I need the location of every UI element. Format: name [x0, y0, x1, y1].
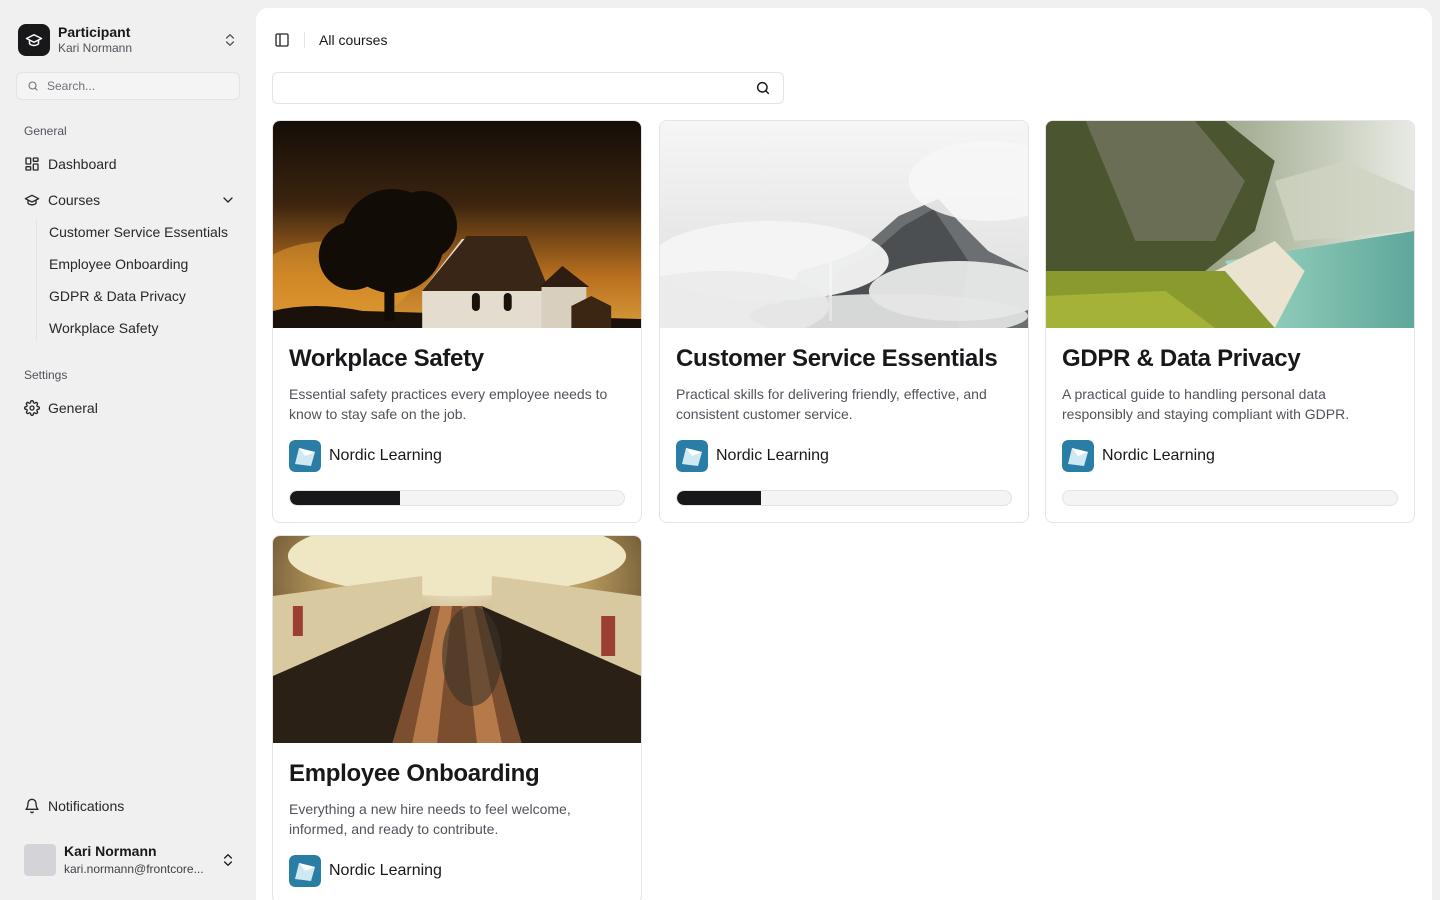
course-progress-bar — [676, 490, 1012, 506]
chevrons-up-down-icon — [226, 34, 234, 46]
course-search-input[interactable] — [273, 73, 755, 103]
course-progress-fill — [290, 491, 401, 505]
sidebar-subitem-course[interactable]: GDPR & Data Privacy — [41, 282, 241, 310]
sidebar-subitem-course[interactable]: Employee Onboarding — [41, 250, 241, 278]
provider-name: Nordic Learning — [1102, 447, 1215, 464]
sidebar-search — [16, 72, 240, 100]
graduation-cap-icon — [18, 24, 50, 56]
course-provider: Nordic Learning — [289, 855, 625, 887]
course-title: Customer Service Essentials — [676, 345, 998, 372]
search-icon — [28, 81, 38, 91]
course-progress-bar — [1062, 490, 1398, 506]
course-title: GDPR & Data Privacy — [1062, 345, 1301, 372]
dashboard-icon — [25, 157, 39, 171]
provider-logo-icon — [1062, 440, 1094, 472]
course-description: Everything a new hire needs to feel welc… — [289, 801, 571, 837]
course-provider: Nordic Learning — [289, 440, 625, 472]
course-card[interactable]: Employee Onboarding Everything a new hir… — [272, 535, 642, 900]
course-description: Essential safety practices every employe… — [289, 386, 608, 422]
course-search — [272, 72, 784, 104]
org-name: Participant — [58, 23, 131, 40]
search-icon[interactable] — [755, 80, 771, 96]
course-image — [273, 121, 641, 328]
sidebar-item-courses[interactable]: Courses — [16, 184, 244, 216]
sidebar-item-dashboard[interactable]: Dashboard — [16, 148, 244, 180]
panel-left-icon — [275, 33, 289, 47]
topbar-divider — [304, 32, 305, 48]
chevron-down-icon[interactable] — [220, 192, 236, 208]
main-content: All courses Workplace Safety Essential s… — [256, 8, 1432, 900]
sidebar-item-label: Courses — [48, 192, 101, 208]
user-menu[interactable]: Kari Normann kari.normann@frontcore... — [16, 832, 244, 888]
provider-logo-icon — [676, 440, 708, 472]
sidebar-item-label: Dashboard — [48, 156, 117, 172]
course-progress-fill — [677, 491, 761, 505]
sidebar-item-notifications[interactable]: Notifications — [16, 790, 244, 822]
graduation-cap-icon — [24, 194, 40, 206]
org-user: Kari Normann — [58, 41, 133, 56]
submenu-divider — [36, 220, 37, 340]
sidebar-item-settings-general[interactable]: General — [16, 392, 244, 424]
sidebar-toggle-button[interactable] — [272, 30, 292, 50]
course-progress-bar — [289, 490, 625, 506]
avatar — [24, 844, 56, 876]
group-label-settings: Settings — [24, 368, 68, 382]
chevrons-up-down-icon — [224, 854, 232, 866]
sidebar-item-label: Notifications — [48, 798, 125, 814]
course-title: Employee Onboarding — [289, 760, 540, 787]
user-name: Kari Normann — [64, 843, 157, 860]
course-description: Practical skills for delivering friendly… — [676, 386, 987, 422]
breadcrumb: All courses — [319, 32, 388, 48]
provider-logo-icon — [289, 855, 321, 887]
course-card[interactable]: Customer Service Essentials Practical sk… — [659, 120, 1029, 523]
provider-name: Nordic Learning — [329, 447, 442, 464]
course-card[interactable]: GDPR & Data Privacy A practical guide to… — [1045, 120, 1415, 523]
user-email: kari.normann@frontcore... — [64, 862, 204, 877]
course-image — [660, 121, 1028, 328]
org-switcher[interactable]: Participant Kari Normann — [8, 12, 248, 68]
sidebar-item-label: General — [48, 400, 98, 416]
provider-name: Nordic Learning — [716, 447, 829, 464]
group-label-general: General — [24, 124, 67, 138]
sidebar-subitem-course[interactable]: Customer Service Essentials — [41, 218, 241, 246]
provider-logo-icon — [289, 440, 321, 472]
topbar: All courses — [256, 8, 1432, 72]
course-image — [1046, 121, 1414, 328]
sidebar-search-input[interactable] — [47, 79, 227, 93]
course-image — [273, 536, 641, 743]
sidebar-subitem-course[interactable]: Workplace Safety — [41, 314, 241, 342]
bell-icon — [25, 798, 39, 814]
course-description: A practical guide to handling personal d… — [1062, 386, 1350, 422]
course-title: Workplace Safety — [289, 345, 484, 372]
sidebar: Participant Kari Normann General Dashboa… — [0, 0, 256, 900]
gear-icon — [24, 400, 40, 416]
course-provider: Nordic Learning — [1062, 440, 1398, 472]
course-card[interactable]: Workplace Safety Essential safety practi… — [272, 120, 642, 523]
provider-name: Nordic Learning — [329, 862, 442, 879]
course-provider: Nordic Learning — [676, 440, 1012, 472]
